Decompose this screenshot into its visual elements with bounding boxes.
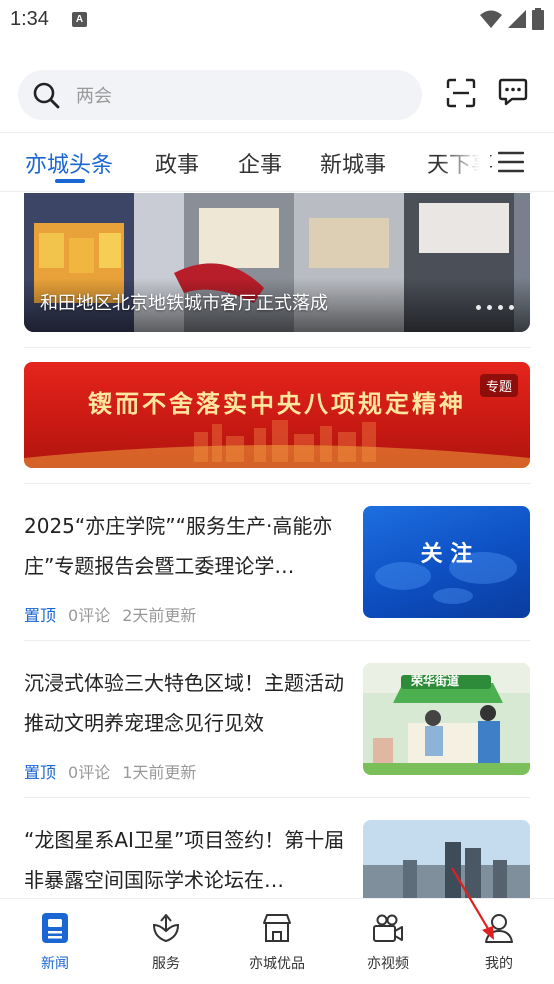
signal-icon xyxy=(508,10,526,28)
nav-label: 服务 xyxy=(152,956,180,972)
search-input[interactable]: 两会 xyxy=(18,70,422,120)
update-time: 2天前更新 xyxy=(122,606,197,625)
comment-count: 0评论 xyxy=(68,606,111,625)
news-title: 2025“亦庄学院”“服务生产·高能亦庄”专题报告会暨工委理论学… xyxy=(24,514,333,578)
notification-icon: A xyxy=(72,12,87,27)
thumbnail-text: 荣华街道 xyxy=(411,674,460,688)
category-tabs: 亦城头条 政事 企事 新城事 天下事 xyxy=(0,132,554,192)
nav-label: 亦城优品 xyxy=(249,956,305,972)
update-time: 1天前更新 xyxy=(122,763,197,782)
special-topic-title: 锲而不舍落实中央八项规定精神 xyxy=(88,389,466,418)
battery-icon xyxy=(532,8,544,30)
nav-label: 我的 xyxy=(485,956,513,972)
nav-video[interactable]: 亦视频 xyxy=(343,911,433,973)
news-thumbnail: 关 注 xyxy=(363,506,530,618)
topic-tag: 专题 xyxy=(479,374,518,397)
divider xyxy=(24,347,530,348)
scan-icon[interactable] xyxy=(446,78,476,108)
tab-new-city[interactable]: 新城事 xyxy=(320,147,386,179)
news-item[interactable]: “龙图星系AI卫星”项目签约！第十届非暴露空间国际学术论坛在… xyxy=(24,820,530,898)
news-thumbnail: 荣华街道 xyxy=(363,663,530,775)
tab-headlines[interactable]: 亦城头条 xyxy=(25,147,113,179)
service-icon xyxy=(152,914,180,943)
nav-news[interactable]: 新闻 xyxy=(10,911,100,973)
banner-caption: 和田地区北京地铁城市客厅正式落成 xyxy=(40,293,328,314)
carousel-dot xyxy=(509,305,514,310)
divider xyxy=(24,640,530,641)
message-icon[interactable] xyxy=(497,76,529,108)
news-meta: 置顶 0评论 2天前更新 xyxy=(24,602,196,626)
pinned-label: 置顶 xyxy=(24,606,57,625)
headline-carousel[interactable]: 和田地区北京地铁城市客厅正式落成 xyxy=(24,193,530,332)
bottom-nav: 新闻 服务 亦城优品 亦视频 我的 xyxy=(0,898,554,984)
news-icon xyxy=(42,913,68,943)
news-thumbnail xyxy=(363,820,530,898)
tabs-fade xyxy=(440,133,490,191)
menu-icon[interactable] xyxy=(498,151,524,173)
nav-shop[interactable]: 亦城优品 xyxy=(232,911,322,973)
pinned-label: 置顶 xyxy=(24,763,57,782)
carousel-dot xyxy=(487,305,492,310)
status-bar: 1:34 A xyxy=(0,0,554,40)
nav-service[interactable]: 服务 xyxy=(121,911,211,973)
active-tab-indicator xyxy=(55,179,85,183)
carousel-dots xyxy=(476,305,514,310)
search-row: 两会 xyxy=(0,70,554,122)
divider xyxy=(24,797,530,798)
news-item[interactable]: 沉浸式体验三大特色区域！主题活动推动文明养宠理念见行见效 置顶 0评论 1天前更… xyxy=(24,663,530,783)
special-topic-banner[interactable]: 锲而不舍落实中央八项规定精神 专题 xyxy=(24,362,530,468)
news-title: “龙图星系AI卫星”项目签约！第十届非暴露空间国际学术论坛在… xyxy=(24,828,345,892)
news-title: 沉浸式体验三大特色区域！主题活动推动文明养宠理念见行见效 xyxy=(24,671,344,735)
tab-business[interactable]: 企事 xyxy=(238,147,282,179)
news-item[interactable]: 2025“亦庄学院”“服务生产·高能亦庄”专题报告会暨工委理论学… 置顶 0评论… xyxy=(24,506,530,626)
video-icon xyxy=(373,914,403,942)
thumbnail-text: 关 注 xyxy=(420,541,473,567)
city-photo xyxy=(363,820,530,898)
nav-profile[interactable]: 我的 xyxy=(454,911,544,973)
news-meta: 置顶 0评论 1天前更新 xyxy=(24,759,196,783)
carousel-dot xyxy=(498,305,503,310)
carousel-dot xyxy=(476,305,481,310)
divider xyxy=(24,483,530,484)
nav-label: 亦视频 xyxy=(367,956,409,972)
search-placeholder: 两会 xyxy=(76,86,112,107)
tab-politics[interactable]: 政事 xyxy=(155,147,199,179)
shop-icon xyxy=(263,914,291,942)
nav-label: 新闻 xyxy=(41,956,69,972)
wifi-icon xyxy=(480,10,502,28)
comment-count: 0评论 xyxy=(68,763,111,782)
status-time: 1:34 xyxy=(10,8,49,30)
status-icons xyxy=(480,8,544,30)
profile-icon xyxy=(485,914,513,943)
search-icon xyxy=(33,82,60,109)
